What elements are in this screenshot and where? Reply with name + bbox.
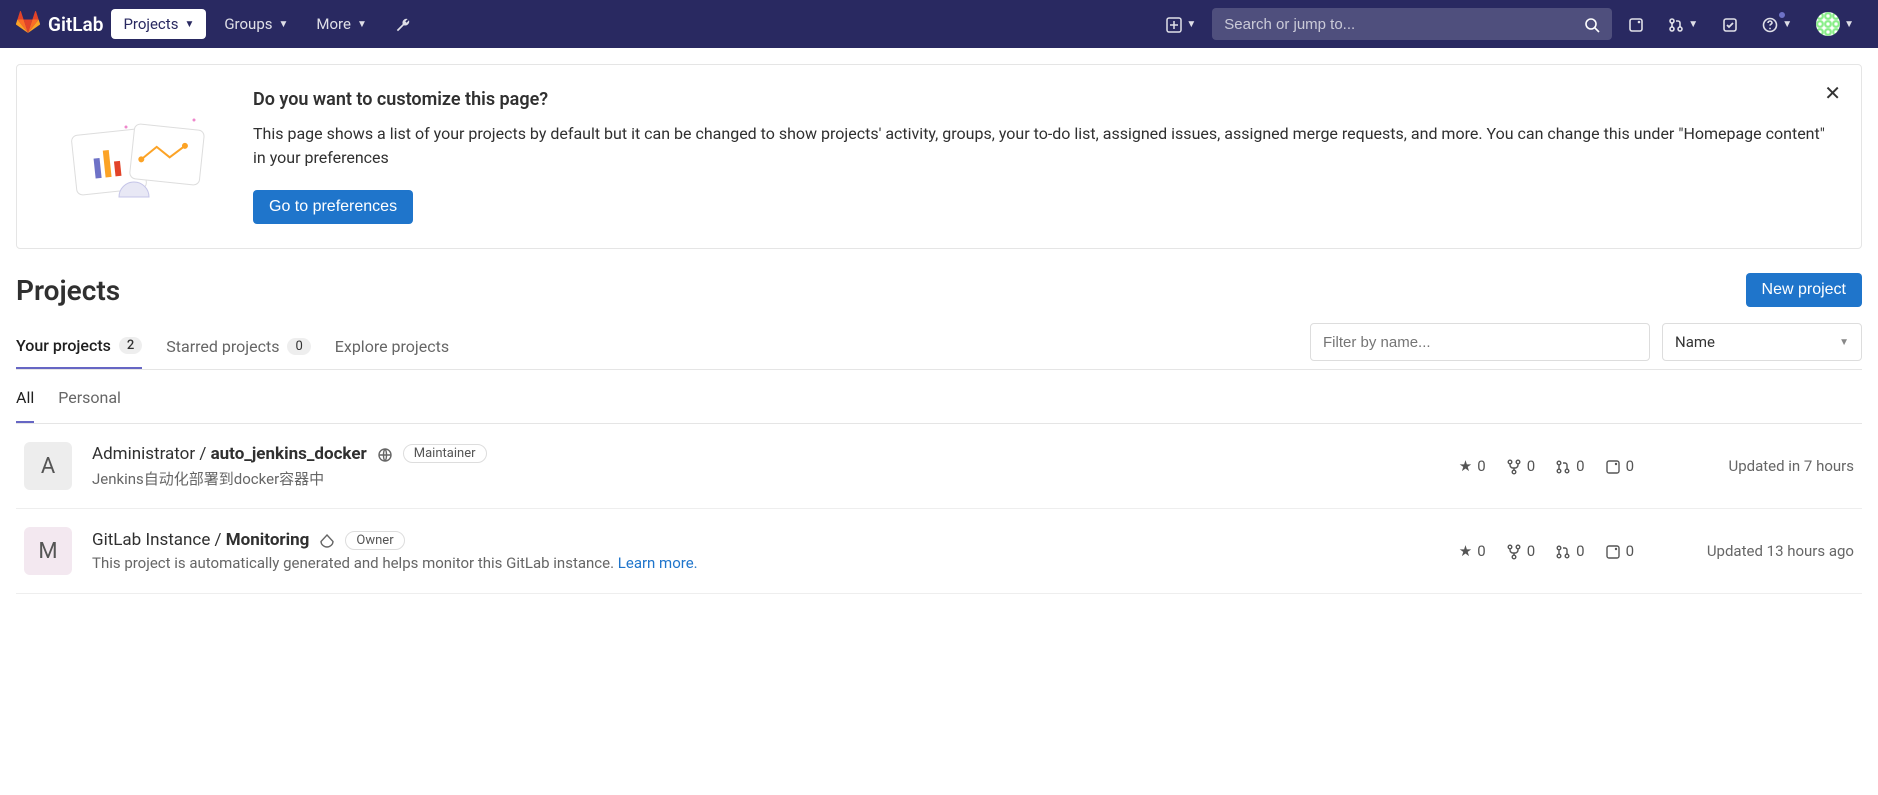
- nav-projects[interactable]: Projects ▼: [111, 9, 206, 39]
- shield-icon: [319, 531, 335, 550]
- project-namespace[interactable]: GitLab Instance / Monitoring: [92, 530, 309, 550]
- project-stats: ★0 0 0 0: [1459, 542, 1634, 560]
- close-icon: ✕: [1824, 81, 1841, 105]
- role-badge: Owner: [345, 531, 404, 550]
- project-filter-tabs: All Personal: [16, 374, 1862, 424]
- stat-merge-requests[interactable]: 0: [1555, 457, 1584, 475]
- stat-issues[interactable]: 0: [1605, 542, 1634, 560]
- search-input[interactable]: [1224, 16, 1584, 33]
- customize-callout: Do you want to customize this page? This…: [16, 64, 1862, 249]
- search-icon: [1584, 15, 1600, 33]
- project-name: Monitoring: [226, 530, 310, 550]
- tab-starred-projects-count: 0: [287, 338, 310, 355]
- sort-selected-label: Name: [1675, 333, 1715, 351]
- chevron-down-icon: ▼: [279, 19, 289, 30]
- merge-request-icon: [1555, 457, 1571, 475]
- callout-text: This page shows a list of your projects …: [253, 122, 1829, 170]
- brand-name: GitLab: [48, 13, 103, 36]
- nav-user-menu[interactable]: ▼: [1808, 6, 1862, 42]
- project-scope-tabs: Your projects 2 Starred projects 0 Explo…: [16, 315, 1862, 370]
- learn-more-link[interactable]: Learn more.: [618, 554, 698, 572]
- fork-icon: [1506, 457, 1522, 475]
- wrench-icon: [395, 15, 411, 33]
- tab-starred-projects-label: Starred projects: [166, 337, 279, 356]
- new-project-button[interactable]: New project: [1746, 273, 1862, 307]
- project-namespace[interactable]: Administrator / auto_jenkins_docker: [92, 444, 367, 464]
- merge-request-icon: [1668, 15, 1684, 34]
- go-to-preferences-button[interactable]: Go to preferences: [253, 190, 413, 224]
- stat-stars[interactable]: ★0: [1459, 542, 1486, 560]
- project-stats: ★0 0 0 0: [1459, 457, 1634, 475]
- nav-todos[interactable]: [1714, 9, 1746, 40]
- tab-starred-projects[interactable]: Starred projects 0: [166, 325, 310, 368]
- tab-explore-projects[interactable]: Explore projects: [335, 325, 449, 368]
- todo-icon: [1722, 15, 1738, 34]
- callout-title: Do you want to customize this page?: [253, 89, 1829, 110]
- nav-help[interactable]: ▼: [1754, 9, 1800, 40]
- page-title: Projects: [16, 274, 120, 307]
- nav-merge-requests[interactable]: ▼: [1660, 9, 1706, 40]
- stat-stars[interactable]: ★0: [1459, 457, 1486, 475]
- project-description: This project is automatically generated …: [92, 554, 1439, 572]
- tab-explore-projects-label: Explore projects: [335, 337, 449, 356]
- globe-icon: [377, 444, 393, 463]
- role-badge: Maintainer: [403, 444, 487, 463]
- project-main: Administrator / auto_jenkins_docker Main…: [92, 444, 1439, 489]
- issue-icon: [1628, 15, 1644, 34]
- sort-dropdown[interactable]: Name ▼: [1662, 323, 1862, 361]
- nav-new-dropdown[interactable]: ▼: [1158, 9, 1204, 40]
- nav-admin-wrench[interactable]: [385, 9, 421, 39]
- chevron-down-icon: ▼: [1186, 19, 1196, 30]
- project-description: Jenkins自动化部署到docker容器中: [92, 468, 1439, 489]
- filter-by-name-input[interactable]: [1310, 323, 1650, 361]
- plus-square-icon: [1166, 15, 1182, 34]
- chevron-down-icon: ▼: [184, 19, 194, 30]
- chevron-down-icon: ▼: [357, 19, 367, 30]
- tab-all[interactable]: All: [16, 374, 34, 423]
- nav-projects-label: Projects: [123, 15, 178, 33]
- notification-dot: [1778, 11, 1786, 19]
- chevron-down-icon: ▼: [1782, 19, 1792, 30]
- nav-groups-label: Groups: [224, 15, 272, 33]
- tab-personal[interactable]: Personal: [58, 374, 121, 423]
- gitlab-logo-icon: [16, 10, 40, 39]
- star-icon: ★: [1459, 542, 1472, 560]
- nav-issues[interactable]: [1620, 9, 1652, 40]
- nav-groups[interactable]: Groups ▼: [214, 9, 298, 39]
- nav-more[interactable]: More ▼: [306, 9, 376, 39]
- project-row[interactable]: M GitLab Instance / Monitoring Owner Thi…: [16, 509, 1862, 594]
- fork-icon: [1506, 542, 1522, 560]
- stat-issues[interactable]: 0: [1605, 457, 1634, 475]
- project-name: auto_jenkins_docker: [211, 444, 367, 464]
- project-updated: Updated in 7 hours: [1654, 457, 1854, 475]
- nav-more-label: More: [316, 15, 351, 33]
- issue-icon: [1605, 542, 1621, 560]
- issue-icon: [1605, 457, 1621, 475]
- avatar: [1816, 12, 1840, 36]
- star-icon: ★: [1459, 457, 1472, 475]
- question-circle-icon: [1762, 15, 1778, 34]
- stat-forks[interactable]: 0: [1506, 542, 1535, 560]
- chevron-down-icon: ▼: [1688, 19, 1698, 30]
- stat-merge-requests[interactable]: 0: [1555, 542, 1584, 560]
- project-updated: Updated 13 hours ago: [1654, 542, 1854, 560]
- stat-forks[interactable]: 0: [1506, 457, 1535, 475]
- project-main: GitLab Instance / Monitoring Owner This …: [92, 530, 1439, 572]
- project-row[interactable]: A Administrator / auto_jenkins_docker Ma…: [16, 424, 1862, 509]
- tab-your-projects-count: 2: [119, 337, 142, 354]
- callout-body: Do you want to customize this page? This…: [253, 89, 1829, 224]
- tab-your-projects-label: Your projects: [16, 336, 111, 355]
- tab-your-projects[interactable]: Your projects 2: [16, 324, 142, 369]
- chevron-down-icon: ▼: [1844, 19, 1854, 30]
- project-avatar: M: [24, 527, 72, 575]
- top-navbar: GitLab Projects ▼ Groups ▼ More ▼ ▼: [0, 0, 1878, 48]
- global-search[interactable]: [1212, 8, 1612, 40]
- project-list: A Administrator / auto_jenkins_docker Ma…: [16, 424, 1862, 594]
- merge-request-icon: [1555, 542, 1571, 560]
- project-avatar: A: [24, 442, 72, 490]
- gitlab-logo-link[interactable]: GitLab: [16, 10, 103, 39]
- callout-illustration: [49, 89, 229, 224]
- callout-close-button[interactable]: ✕: [1824, 81, 1841, 105]
- chevron-down-icon: ▼: [1839, 337, 1849, 348]
